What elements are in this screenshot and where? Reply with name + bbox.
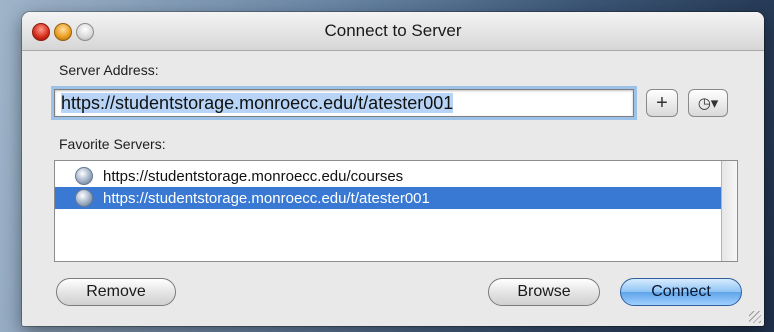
favorite-servers-list[interactable]: https://studentstorage.monroecc.edu/cour… — [54, 160, 738, 262]
list-item[interactable]: https://studentstorage.monroecc.edu/cour… — [55, 165, 723, 187]
favorite-server-url: https://studentstorage.monroecc.edu/t/at… — [103, 189, 430, 207]
server-icon — [75, 189, 93, 207]
connect-button[interactable]: Connect — [620, 278, 742, 306]
add-favorite-button[interactable]: + — [646, 89, 678, 117]
window-title: Connect to Server — [324, 21, 462, 40]
title-bar[interactable]: Connect to Server — [22, 12, 764, 51]
favorite-servers-label: Favorite Servers: — [59, 136, 166, 152]
resize-grip-icon[interactable] — [749, 311, 761, 323]
favorite-server-url: https://studentstorage.monroecc.edu/cour… — [103, 167, 404, 185]
server-address-value: https://studentstorage.monroecc.edu/t/at… — [61, 93, 454, 113]
connect-to-server-window: Connect to Server Server Address: https:… — [22, 12, 764, 326]
server-icon — [75, 167, 93, 185]
remove-button[interactable]: Remove — [56, 278, 176, 306]
list-item-selected[interactable]: https://studentstorage.monroecc.edu/t/at… — [55, 187, 723, 209]
recent-servers-button[interactable]: ◷▾ — [688, 89, 728, 117]
clock-icon: ◷▾ — [697, 95, 719, 112]
plus-icon: + — [656, 91, 668, 114]
browse-button[interactable]: Browse — [488, 278, 600, 306]
server-address-label: Server Address: — [59, 62, 159, 78]
server-address-input[interactable]: https://studentstorage.monroecc.edu/t/at… — [54, 89, 634, 117]
scrollbar[interactable] — [721, 161, 737, 261]
